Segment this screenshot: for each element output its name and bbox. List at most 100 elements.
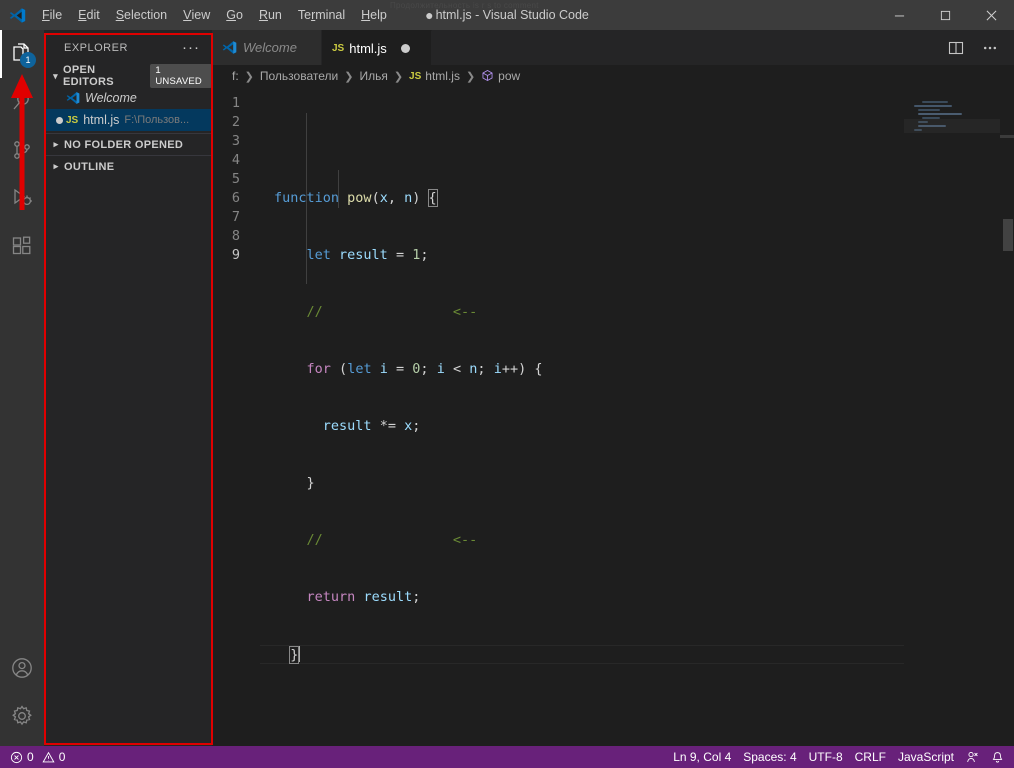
- line-number: 8: [231, 228, 240, 244]
- code-editor[interactable]: 1 2 3 4 5 6 7 8 9 function pow(x, n) { l…: [212, 87, 1014, 746]
- editor-tabs: Welcome JS html.js: [212, 30, 1014, 65]
- open-editor-htmljs[interactable]: JS html.js F:\Пользов...: [44, 109, 212, 131]
- breadcrumb-item-2[interactable]: Илья: [359, 69, 387, 83]
- activitybar-item-accounts[interactable]: [0, 644, 44, 692]
- window-title-text: html.js - Visual Studio Code: [435, 8, 589, 22]
- chevron-right-icon: ❯: [344, 70, 354, 83]
- breadcrumb-item-4[interactable]: pow: [498, 69, 520, 83]
- section-no-folder-opened[interactable]: ▸ NO FOLDER OPENED: [44, 133, 212, 155]
- line-number: 5: [231, 171, 240, 187]
- chevron-right-icon: ▸: [53, 139, 59, 149]
- activitybar-item-run-and-debug[interactable]: [0, 174, 44, 222]
- editor-actions: [942, 30, 1014, 65]
- tab-htmljs[interactable]: JS html.js: [322, 30, 432, 65]
- line-number-gutter: 1 2 3 4 5 6 7 8 9: [212, 87, 260, 746]
- tab-welcome[interactable]: Welcome: [212, 30, 322, 65]
- close-icon[interactable]: [968, 0, 1014, 30]
- activitybar-item-settings[interactable]: [0, 692, 44, 740]
- scrollbar-thumb[interactable]: [1003, 219, 1013, 251]
- code-content[interactable]: function pow(x, n) { let result = 1; // …: [260, 87, 1014, 746]
- vscode-logo-icon: [222, 40, 237, 55]
- js-icon: JS: [332, 42, 345, 54]
- code-line-9: }: [260, 645, 940, 664]
- code-line-3: // <--: [306, 304, 478, 320]
- code-line-6: }: [306, 475, 315, 491]
- error-icon: [10, 751, 23, 763]
- status-bar: 0 0 Ln 9, Col 4 Spaces: 4 UTF-8 CRLF Jav…: [0, 746, 1014, 768]
- bell-icon: [992, 751, 1003, 763]
- activitybar-item-search[interactable]: [0, 78, 44, 126]
- warning-count: 0: [58, 750, 66, 764]
- tab-label: Welcome: [243, 40, 297, 55]
- code-line-4: for (let i = 0; i < n; i++) {: [306, 361, 543, 377]
- menu-item-run[interactable]: Run: [251, 0, 290, 30]
- status-indentation[interactable]: Spaces: 4: [737, 746, 802, 768]
- open-editor-label: html.js: [83, 113, 120, 127]
- vscode-logo-icon: [0, 7, 34, 24]
- status-notifications[interactable]: [985, 746, 1010, 768]
- tab-dirty-close-icon[interactable]: [400, 43, 410, 53]
- line-number: 2: [231, 114, 240, 130]
- line-number: 3: [231, 133, 240, 149]
- feedback-icon: [967, 751, 978, 762]
- dirty-indicator: ●: [425, 7, 434, 23]
- sidebar-explorer: EXPLORER ··· ▾ OPEN EDITORS 1 UNSAVED We…: [44, 30, 212, 746]
- line-number: 4: [231, 152, 240, 168]
- menu-item-terminal[interactable]: Te r minal: [290, 0, 353, 30]
- line-number: 7: [231, 209, 240, 225]
- split-editor-icon[interactable]: [942, 33, 970, 63]
- menu-item-edit[interactable]: Edit: [70, 0, 108, 30]
- ellipsis-icon[interactable]: [976, 33, 1004, 63]
- sidebar-more-actions-icon[interactable]: ···: [178, 39, 204, 56]
- sidebar-title: EXPLORER: [64, 41, 128, 54]
- line-number: 1: [231, 95, 240, 111]
- status-feedback[interactable]: [960, 746, 985, 768]
- error-count: 0: [27, 750, 34, 764]
- activity-bar: 1: [0, 30, 44, 746]
- activitybar-item-source-control[interactable]: [0, 126, 44, 174]
- chevron-right-icon: ❯: [244, 70, 254, 83]
- menu-item-selection[interactable]: Selection: [108, 0, 175, 30]
- ghost-artifact-text: Продолжительность is r s to comment: [390, 1, 539, 10]
- activitybar-item-extensions[interactable]: [0, 222, 44, 270]
- status-encoding[interactable]: UTF-8: [803, 746, 849, 768]
- section-open-editors-label: OPEN EDITORS: [63, 64, 114, 88]
- code-line-5: result *= x;: [322, 418, 421, 434]
- editor-scrollbar[interactable]: [1000, 87, 1014, 746]
- breadcrumb-item-1[interactable]: Пользователи: [260, 69, 338, 83]
- section-no-folder-label: NO FOLDER OPENED: [64, 138, 184, 151]
- status-line-endings[interactable]: CRLF: [849, 746, 892, 768]
- sidebar-header: EXPLORER ···: [44, 30, 212, 65]
- chevron-right-icon: ❯: [393, 70, 404, 83]
- status-bar-right: Ln 9, Col 4 Spaces: 4 UTF-8 CRLF JavaScr…: [667, 746, 1010, 768]
- minimize-icon[interactable]: [876, 0, 922, 30]
- window-controls: [876, 0, 1014, 30]
- menu-item-help[interactable]: Help: [353, 0, 395, 30]
- vscode-logo-icon: [66, 91, 80, 105]
- title-bar: FFileile Edit Selection View Go Run Term…: [0, 0, 1014, 30]
- breadcrumb-item-0[interactable]: f:: [232, 69, 239, 83]
- menu-item-go[interactable]: Go: [218, 0, 251, 30]
- menu-item-file[interactable]: FFileile: [34, 0, 70, 30]
- activitybar-item-explorer[interactable]: 1: [0, 30, 44, 78]
- editor-group: Welcome JS html.js f: ❯ Пользователи ❯ И…: [212, 30, 1014, 746]
- section-outline-label: OUTLINE: [64, 160, 115, 173]
- status-cursor-position[interactable]: Ln 9, Col 4: [667, 746, 737, 768]
- breadcrumb: f: ❯ Пользователи ❯ Илья ❯ JS html.js ❯ …: [212, 65, 1014, 87]
- menu-item-view[interactable]: View: [175, 0, 218, 30]
- open-editor-path: F:\Пользов...: [124, 114, 190, 126]
- open-editor-welcome[interactable]: Welcome: [44, 87, 212, 109]
- warning-icon: [42, 751, 55, 762]
- unsaved-badge: 1 UNSAVED: [150, 64, 212, 88]
- symbol-method-icon: [481, 69, 494, 83]
- status-language-mode[interactable]: JavaScript: [892, 746, 960, 768]
- code-line-1: function pow(x, n) {: [274, 189, 438, 207]
- maximize-icon[interactable]: [922, 0, 968, 30]
- breadcrumb-item-3[interactable]: html.js: [425, 69, 460, 83]
- line-number: 6: [231, 190, 240, 206]
- status-problems[interactable]: 0 0: [4, 746, 71, 768]
- section-open-editors[interactable]: ▾ OPEN EDITORS 1 UNSAVED: [44, 64, 212, 88]
- section-outline[interactable]: ▸ OUTLINE: [44, 155, 212, 177]
- menu-bar: FFileile Edit Selection View Go Run Term…: [34, 0, 395, 30]
- js-icon: JS: [66, 114, 79, 126]
